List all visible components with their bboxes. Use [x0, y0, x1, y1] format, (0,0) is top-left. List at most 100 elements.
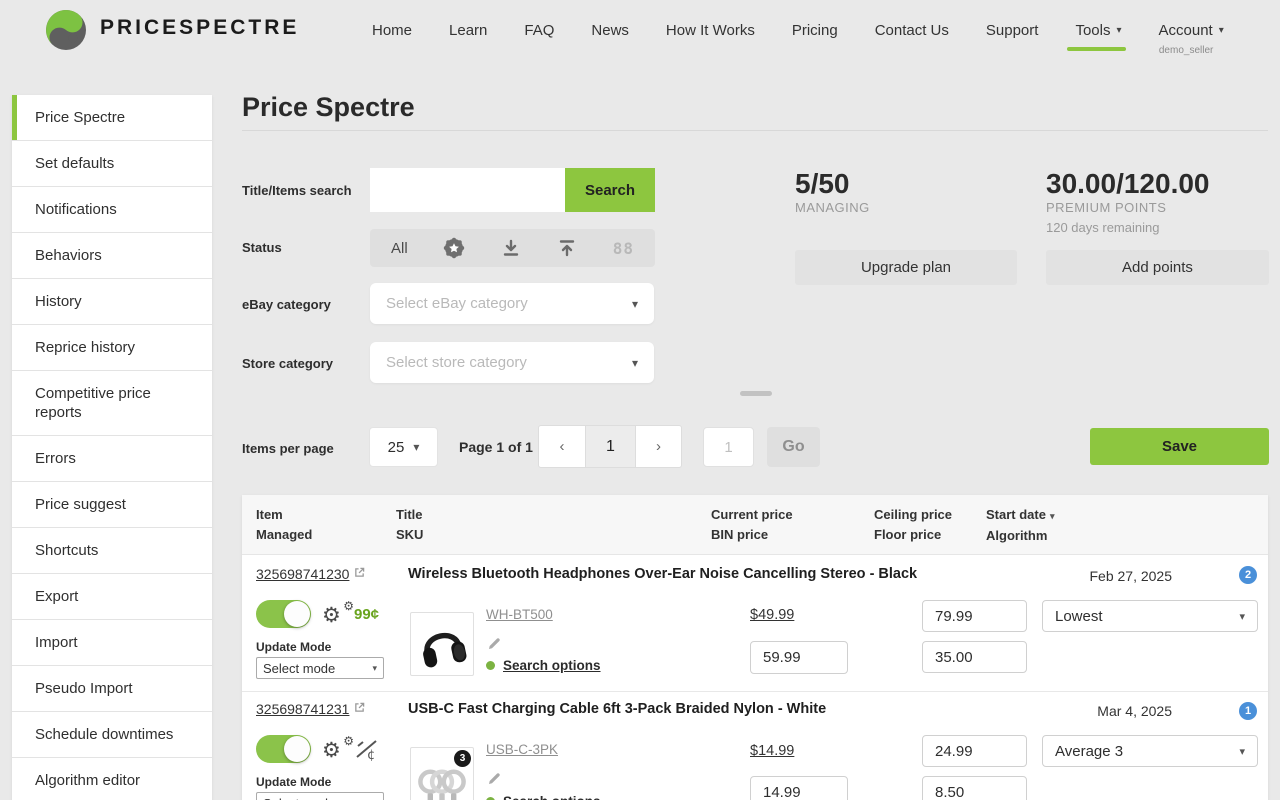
- sidebar-item-reprice-history[interactable]: Reprice history: [12, 325, 212, 371]
- upgrade-plan-button[interactable]: Upgrade plan: [795, 250, 1017, 285]
- start-date: Mar 4, 2025: [1062, 703, 1172, 719]
- sidebar-item-export[interactable]: Export: [12, 574, 212, 620]
- search-label: Title/Items search: [242, 183, 352, 198]
- sidebar-item-set-defaults[interactable]: Set defaults: [12, 141, 212, 187]
- update-mode-select[interactable]: Select mode▾: [256, 792, 384, 800]
- eighty-eight-icon[interactable]: 88: [613, 239, 634, 258]
- search-input[interactable]: [370, 168, 565, 212]
- nav-tools-menu[interactable]: Tools ▾: [1075, 22, 1121, 39]
- sku-link[interactable]: USB-C-3PK: [486, 742, 558, 757]
- item-id-link[interactable]: 325698741230: [256, 566, 349, 582]
- brand-name: PRICESPECTRE: [100, 16, 299, 40]
- goto-page-input[interactable]: [703, 427, 754, 467]
- upload-icon[interactable]: [557, 238, 577, 258]
- nav-account-menu[interactable]: Account ▾ demo_seller: [1159, 22, 1224, 39]
- seal-icon[interactable]: [443, 237, 465, 259]
- col-startdate-algorithm[interactable]: Start date▾ Algorithm: [986, 505, 1055, 546]
- nav-learn[interactable]: Learn: [449, 22, 487, 39]
- nav-how-it-works[interactable]: How It Works: [666, 22, 755, 39]
- sku-link[interactable]: WH-BT500: [486, 607, 553, 622]
- pager: ‹ 1 ›: [538, 425, 682, 468]
- brand-logo-icon: [45, 9, 87, 51]
- chevron-down-icon: ▾: [1116, 25, 1121, 36]
- algorithm-select[interactable]: Average 3▾: [1042, 735, 1258, 767]
- nav-support[interactable]: Support: [986, 22, 1039, 39]
- sidebar-item-algorithm-editor[interactable]: Algorithm editor: [12, 758, 212, 800]
- bin-price-input[interactable]: [750, 776, 848, 800]
- ceiling-price-input[interactable]: [922, 600, 1027, 632]
- sidebar-item-price-spectre[interactable]: Price Spectre: [12, 95, 212, 141]
- item-id-link[interactable]: 325698741231: [256, 701, 349, 717]
- sidebar-item-pseudo-import[interactable]: Pseudo Import: [12, 666, 212, 712]
- floor-price-input[interactable]: [922, 641, 1027, 673]
- ebay-category-label: eBay category: [242, 297, 331, 312]
- product-thumbnail-headphones: [410, 612, 474, 676]
- search-options-link[interactable]: Search options: [486, 658, 601, 673]
- bin-price-input[interactable]: [750, 641, 848, 674]
- current-price-link[interactable]: $49.99: [750, 607, 794, 623]
- premium-points-label: PREMIUM POINTS: [1046, 200, 1166, 215]
- title-divider: [242, 130, 1268, 131]
- go-button[interactable]: Go: [767, 427, 820, 467]
- floor-price-input[interactable]: [922, 776, 1027, 800]
- nav-account-label: Account: [1159, 22, 1213, 39]
- nav-contact-us[interactable]: Contact Us: [875, 22, 949, 39]
- external-link-icon[interactable]: [354, 700, 365, 717]
- status-all-button[interactable]: All: [391, 240, 408, 257]
- next-page-button[interactable]: ›: [635, 426, 681, 467]
- sidebar-item-behaviors[interactable]: Behaviors: [12, 233, 212, 279]
- collapse-handle[interactable]: [740, 391, 772, 396]
- external-link-icon[interactable]: [354, 565, 365, 582]
- managed-toggle[interactable]: [256, 600, 311, 628]
- sidebar-item-price-suggest[interactable]: Price suggest: [12, 482, 212, 528]
- edit-pencil-icon[interactable]: [487, 771, 502, 791]
- search-button[interactable]: Search: [565, 168, 655, 212]
- current-page-button[interactable]: 1: [585, 426, 635, 467]
- ceiling-price-input[interactable]: [922, 735, 1027, 767]
- current-price-link[interactable]: $14.99: [750, 743, 794, 759]
- update-mode-label: Update Mode: [256, 640, 331, 654]
- nav-links: Home Learn FAQ News How It Works Pricing…: [372, 0, 1224, 60]
- store-category-label: Store category: [242, 356, 333, 371]
- sidebar-item-errors[interactable]: Errors: [12, 436, 212, 482]
- nav-tools-label: Tools: [1075, 22, 1110, 39]
- table-header: ItemManaged TitleSKU Current priceBIN pr…: [242, 495, 1268, 555]
- col-item-managed: ItemManaged: [256, 505, 312, 545]
- store-category-select[interactable]: Select store category ▾: [370, 342, 654, 383]
- sort-chevron-icon: ▾: [1050, 511, 1055, 521]
- download-icon[interactable]: [501, 238, 521, 258]
- algorithm-select[interactable]: Lowest▾: [1042, 600, 1258, 632]
- item-settings-gears-icon[interactable]: ⚙⚙: [322, 737, 356, 765]
- update-mode-label: Update Mode: [256, 775, 331, 789]
- prev-page-button[interactable]: ‹: [539, 426, 585, 467]
- items-per-page-value: 25: [388, 439, 405, 456]
- nav-pricing[interactable]: Pricing: [792, 22, 838, 39]
- nav-news[interactable]: News: [591, 22, 629, 39]
- search-options-link[interactable]: Search options: [486, 794, 601, 800]
- sidebar-item-competitive-price-reports[interactable]: Competitive price reports: [12, 371, 212, 436]
- chevron-down-icon: ▾: [413, 440, 419, 454]
- sidebar-item-schedule-downtimes[interactable]: Schedule downtimes: [12, 712, 212, 758]
- save-button[interactable]: Save: [1090, 428, 1269, 465]
- item-settings-gears-icon[interactable]: ⚙⚙: [322, 602, 356, 630]
- sidebar-item-shortcuts[interactable]: Shortcuts: [12, 528, 212, 574]
- edit-pencil-icon[interactable]: [487, 636, 502, 656]
- item-title: Wireless Bluetooth Headphones Over-Ear N…: [408, 566, 917, 582]
- managing-label: MANAGING: [795, 200, 870, 215]
- page-title: Price Spectre: [242, 92, 415, 123]
- sidebar-item-import[interactable]: Import: [12, 620, 212, 666]
- chevron-down-icon: ▾: [632, 297, 638, 311]
- managed-toggle[interactable]: [256, 735, 311, 763]
- nav-faq[interactable]: FAQ: [524, 22, 554, 39]
- row-divider: [242, 691, 1268, 692]
- items-per-page-select[interactable]: 25 ▾: [369, 427, 438, 467]
- item-title: USB-C Fast Charging Cable 6ft 3-Pack Bra…: [408, 701, 826, 717]
- sidebar-item-history[interactable]: History: [12, 279, 212, 325]
- pricespectre-app: PRICESPECTRE Home Learn FAQ News How It …: [0, 0, 1280, 800]
- tools-active-underline: [1067, 47, 1125, 51]
- update-mode-select[interactable]: Select mode▾: [256, 657, 384, 679]
- ebay-category-select[interactable]: Select eBay category ▾: [370, 283, 654, 324]
- add-points-button[interactable]: Add points: [1046, 250, 1269, 285]
- nav-home[interactable]: Home: [372, 22, 412, 39]
- sidebar-item-notifications[interactable]: Notifications: [12, 187, 212, 233]
